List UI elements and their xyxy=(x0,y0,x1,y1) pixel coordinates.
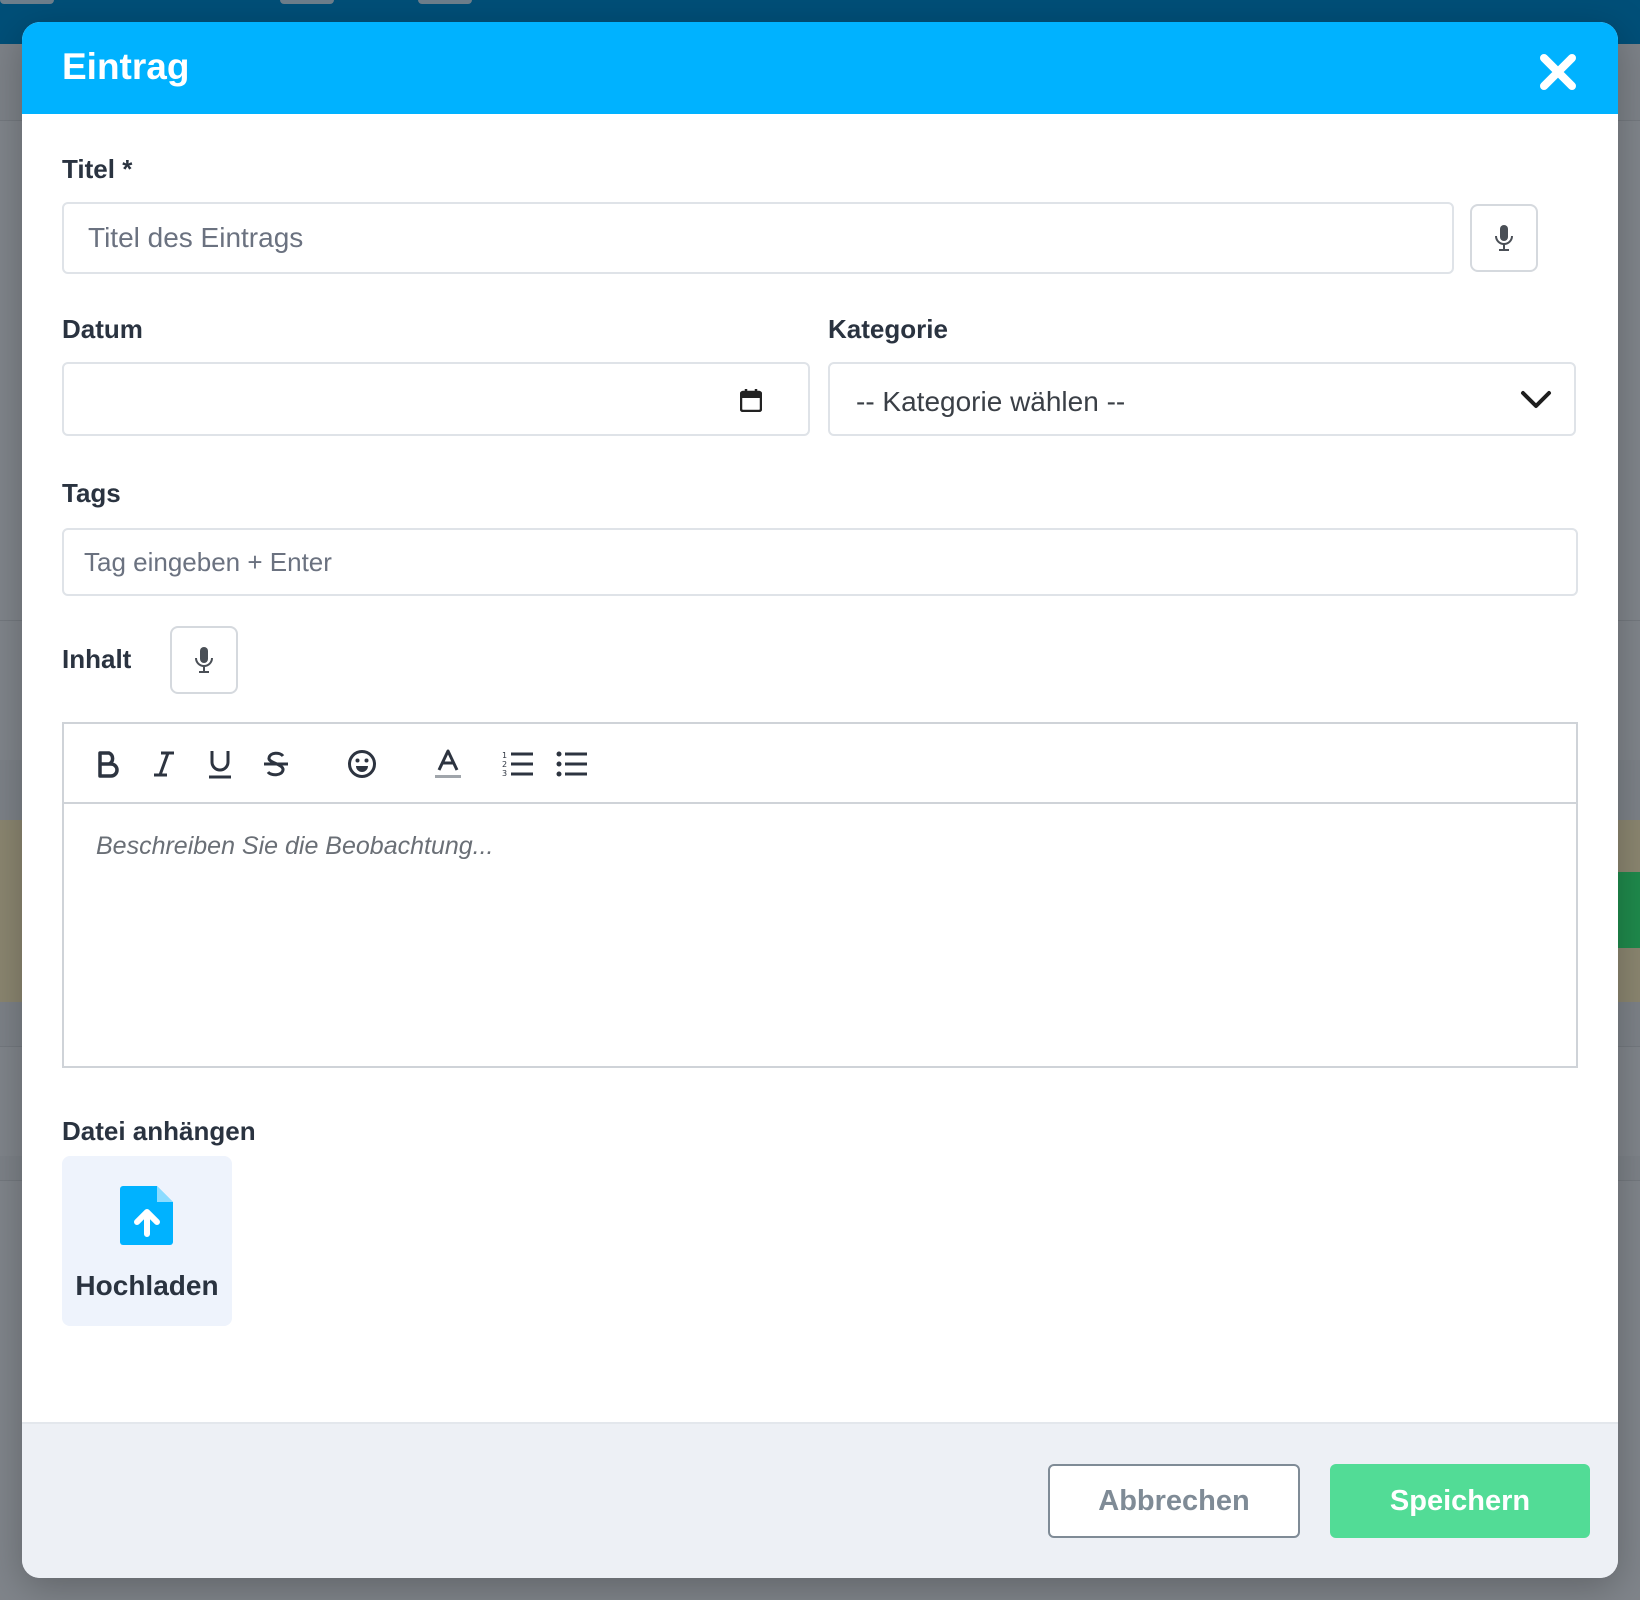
close-button[interactable] xyxy=(1538,52,1578,92)
ordered-list-button[interactable]: 1 2 3 xyxy=(496,742,540,786)
emoji-button[interactable] xyxy=(340,742,384,786)
title-label: Titel * xyxy=(62,154,133,184)
content-label: Inhalt xyxy=(62,644,132,674)
topbar-element xyxy=(0,0,54,4)
italic-icon xyxy=(154,751,174,777)
tags-input[interactable] xyxy=(62,528,1578,596)
chevron-down-icon xyxy=(1521,391,1551,408)
attach-label: Datei anhängen xyxy=(62,1116,256,1146)
cancel-button[interactable]: Abbrechen xyxy=(1048,1464,1300,1538)
modal-footer: Abbrechen Speichern xyxy=(22,1422,1618,1578)
calendar-icon[interactable] xyxy=(740,388,762,412)
bullet-list-icon xyxy=(556,751,587,777)
modal-title: Eintrag xyxy=(62,46,190,87)
date-input[interactable] xyxy=(62,362,810,436)
italic-button[interactable] xyxy=(142,742,186,786)
editor-content-area[interactable]: Beschreiben Sie die Beobachtung... xyxy=(96,832,494,861)
content-voice-button[interactable] xyxy=(170,626,238,694)
close-icon xyxy=(1540,54,1576,90)
category-select[interactable]: -- Kategorie wählen -- xyxy=(828,362,1576,436)
category-selected-value: -- Kategorie wählen -- xyxy=(856,386,1126,417)
underline-icon xyxy=(209,751,231,779)
background-button xyxy=(1618,872,1640,948)
emoji-icon xyxy=(348,750,376,778)
svg-text:3: 3 xyxy=(502,769,507,778)
strikethrough-button[interactable] xyxy=(254,742,298,786)
bullet-list-button[interactable] xyxy=(550,742,594,786)
strikethrough-icon xyxy=(264,751,288,777)
title-input[interactable] xyxy=(62,202,1454,274)
file-upload-icon xyxy=(120,1186,173,1245)
bold-button[interactable] xyxy=(86,742,130,786)
rich-text-editor: 1 2 3 Beschreiben Sie die Beobachtung... xyxy=(62,722,1578,1068)
upload-button[interactable]: Hochladen xyxy=(62,1156,232,1326)
ordered-list-icon: 1 2 3 xyxy=(502,751,533,778)
date-label: Datum xyxy=(62,314,143,344)
category-label: Kategorie xyxy=(828,314,948,344)
tags-label: Tags xyxy=(62,478,121,508)
entry-modal: Eintrag Titel * Datum Kategorie -- Kateg… xyxy=(22,22,1618,1578)
svg-text:1: 1 xyxy=(502,751,507,760)
svg-text:2: 2 xyxy=(502,760,507,769)
microphone-icon xyxy=(1495,225,1513,251)
microphone-icon xyxy=(195,647,213,673)
editor-toolbar: 1 2 3 xyxy=(64,724,1576,804)
topbar-element xyxy=(418,0,472,4)
save-button[interactable]: Speichern xyxy=(1330,1464,1590,1538)
text-color-icon xyxy=(435,749,461,778)
modal-header: Eintrag xyxy=(22,22,1618,114)
upload-label: Hochladen xyxy=(75,1270,219,1301)
bold-icon xyxy=(98,751,119,778)
underline-button[interactable] xyxy=(198,742,242,786)
topbar-element xyxy=(280,0,334,4)
title-voice-button[interactable] xyxy=(1470,204,1538,272)
text-color-button[interactable] xyxy=(426,742,470,786)
